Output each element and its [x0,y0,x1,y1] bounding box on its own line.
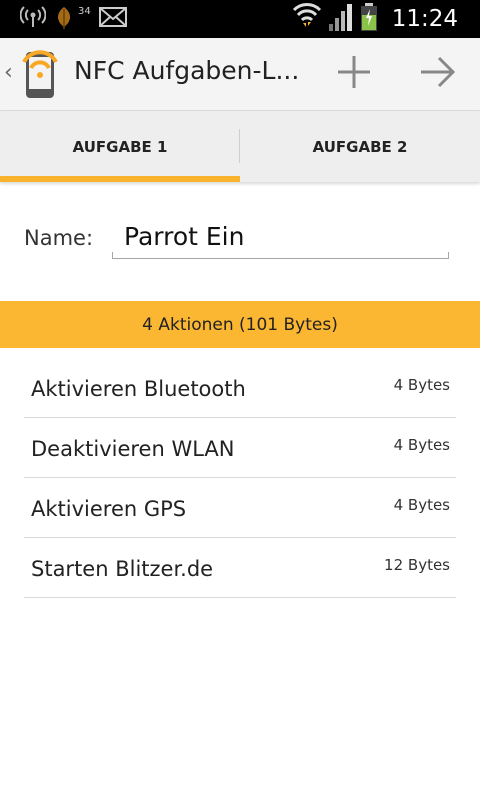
wireless-broadcast-icon [19,6,47,32]
leaf-icon [54,5,74,33]
tab-aufgabe-2[interactable]: AUFGABE 2 [240,111,480,182]
arrow-right-icon [419,54,457,94]
tab-selected-indicator [0,176,240,182]
status-bar: 34 11:24 [0,0,480,38]
action-name: Starten Blitzer.de [31,557,214,581]
signal-badge: 34 [78,5,91,17]
action-name: Aktivieren Bluetooth [31,377,246,401]
action-size: 4 Bytes [393,436,450,454]
plus-icon [336,54,372,94]
list-item[interactable]: Starten Blitzer.de 12 Bytes [24,538,456,598]
status-system: 11:24 [292,2,458,36]
battery-charging-icon [360,2,378,36]
name-input[interactable]: Parrot Ein [112,214,449,259]
nfc-phone-app-icon[interactable] [20,48,60,100]
tab-label: AUFGABE 2 [312,137,408,156]
list-item[interactable]: Aktivieren GPS 4 Bytes [24,478,456,538]
action-list: Aktivieren Bluetooth 4 Bytes Deaktiviere… [24,358,456,598]
action-name: Deaktivieren WLAN [31,437,235,461]
list-item[interactable]: Deaktivieren WLAN 4 Bytes [24,418,456,478]
wifi-icon [292,2,322,36]
tab-bar: AUFGABE 1 AUFGABE 2 [0,111,480,182]
name-input-value: Parrot Ein [124,222,245,251]
actions-summary-banner: 4 Aktionen (101 Bytes) [0,301,480,348]
actions-summary-text: 4 Aktionen (101 Bytes) [142,314,338,335]
add-button[interactable] [330,52,378,96]
mail-icon [98,7,127,31]
name-label: Name: [24,226,94,250]
tab-label: AUFGABE 1 [72,137,168,156]
status-time: 11:24 [391,6,458,32]
action-name: Aktivieren GPS [31,497,187,521]
up-caret-icon[interactable]: ‹ [4,60,13,85]
signal-bars-icon [328,2,354,36]
tab-aufgabe-1[interactable]: AUFGABE 1 [0,111,240,182]
action-size: 4 Bytes [393,496,450,514]
action-size: 12 Bytes [384,556,450,574]
status-notifications: 34 [19,5,127,33]
action-size: 4 Bytes [393,376,450,394]
app-title: NFC Aufgaben-L... [74,56,300,85]
list-item[interactable]: Aktivieren Bluetooth 4 Bytes [24,358,456,418]
action-bar: ‹ NFC Aufgaben-L... [0,38,480,111]
next-button[interactable] [414,52,462,96]
